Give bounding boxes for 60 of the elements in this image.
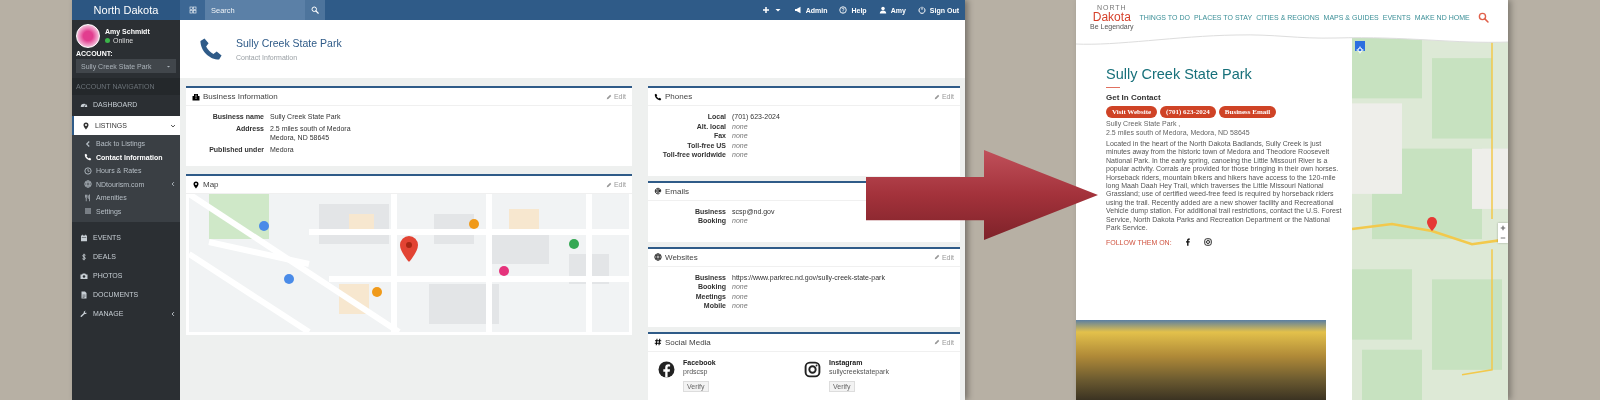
card-title: Websites [665, 252, 698, 262]
page-title: Sully Creek State Park [236, 37, 342, 49]
pin-icon [82, 121, 90, 130]
facebook-icon [658, 360, 675, 378]
caret-icon [773, 6, 782, 14]
document-icon [80, 290, 88, 299]
target-icon [1356, 46, 1364, 54]
chevron-left-icon [84, 139, 92, 148]
at-sign-icon [654, 187, 662, 195]
park-title: Sully Creek State Park [1106, 66, 1253, 82]
phone-icon [654, 92, 662, 101]
power-icon [917, 6, 926, 14]
brand-title: North Dakota [72, 0, 180, 20]
help-icon [839, 6, 848, 14]
search-icon[interactable] [1477, 11, 1489, 23]
chevron-down-icon [170, 122, 176, 129]
megaphone-icon [793, 6, 802, 14]
phone-icon [198, 36, 224, 62]
clock-icon [84, 166, 92, 175]
pencil-icon [933, 339, 940, 345]
fork-knife-icon [84, 193, 92, 202]
globe-icon [84, 180, 92, 189]
camera-icon [80, 271, 88, 280]
card-title: Phones [665, 92, 693, 101]
building-icon [192, 92, 200, 101]
plus-icon [1500, 225, 1506, 231]
dollar-icon [80, 252, 88, 261]
street-view-button[interactable] [1355, 41, 1365, 51]
globe-icon [654, 253, 662, 261]
instagram-icon [804, 360, 821, 378]
wrench-icon [80, 309, 88, 318]
avatar [76, 24, 100, 48]
phone-icon [84, 153, 92, 162]
pin-icon [192, 180, 200, 189]
facebook-icon[interactable] [1183, 238, 1192, 247]
zoom-out-button[interactable] [1498, 233, 1508, 243]
minus-icon [1500, 235, 1506, 241]
apps-button[interactable] [180, 0, 205, 20]
pencil-icon [933, 254, 940, 260]
hash-icon [654, 338, 662, 346]
caret-icon [166, 63, 171, 69]
plus-icon [761, 6, 770, 14]
card-title: Social Media [665, 337, 711, 347]
calendar-icon [80, 233, 88, 242]
instagram-icon[interactable] [1203, 238, 1212, 247]
user-icon [878, 6, 887, 14]
zoom-in-button[interactable] [1498, 223, 1508, 233]
card-title: Emails [665, 186, 689, 196]
chevron-left-icon [170, 181, 176, 188]
section-heading: Get In Contact [1106, 93, 1162, 102]
card-title: Business Information [203, 92, 278, 101]
chevron-left-icon [170, 310, 176, 317]
pencil-icon [933, 93, 940, 100]
grid-icon [188, 6, 197, 14]
card-title: Map [203, 180, 219, 189]
search-icon [311, 6, 319, 14]
list-icon [84, 207, 92, 216]
pencil-icon [605, 93, 612, 100]
pencil-icon [605, 181, 612, 188]
search-button[interactable] [305, 0, 325, 20]
